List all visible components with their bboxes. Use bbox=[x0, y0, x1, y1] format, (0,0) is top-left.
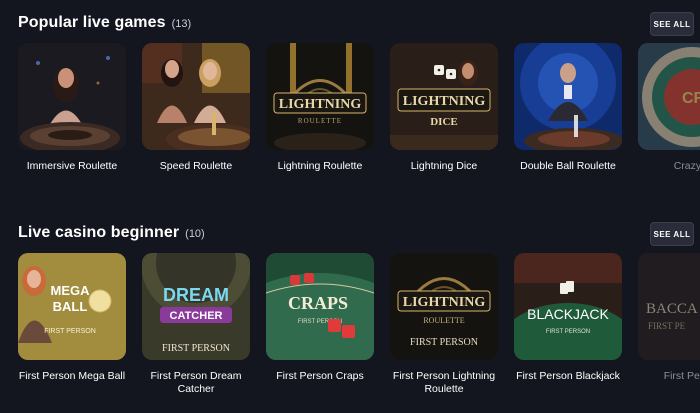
section-title: Live casino beginner bbox=[18, 224, 180, 241]
game-title[interactable]: Crazy T bbox=[634, 160, 700, 173]
see-all-button[interactable]: SEE ALL bbox=[650, 12, 694, 36]
game-thumbnail[interactable]: BLACKJACK FIRST PERSON bbox=[514, 253, 622, 360]
game-title[interactable]: First Person Mega Ball bbox=[18, 370, 130, 383]
art-title: LIGHTNING bbox=[279, 97, 362, 112]
art-subtitle: DICE bbox=[430, 116, 458, 128]
art-subtitle: ROULETTE bbox=[298, 117, 342, 125]
art-subtitle: ROULETTE bbox=[423, 316, 464, 325]
game-title[interactable]: Lightning Dice bbox=[386, 160, 502, 173]
art-title: CRAPS bbox=[288, 293, 348, 313]
game-tile-first-person-blackjack[interactable]: BLACKJACK FIRST PERSON First Person Blac… bbox=[514, 253, 622, 383]
art-caption: FIRST PERSON bbox=[162, 343, 230, 354]
section-count: (10) bbox=[185, 228, 205, 240]
game-tile-first-person-lightning-roulette[interactable]: LIGHTNING ROULETTE FIRST PERSON First Pe… bbox=[390, 253, 498, 396]
game-title[interactable]: First Person Dream Catcher bbox=[138, 370, 254, 396]
see-all-button[interactable]: SEE ALL bbox=[650, 222, 694, 246]
game-title[interactable]: Speed Roulette bbox=[138, 160, 254, 173]
art-caption: FIRST PERSON bbox=[44, 328, 96, 335]
art-title: LIGHTNING bbox=[403, 94, 486, 109]
game-tile-first-person-baccarat[interactable]: BACCA FIRST PE First Person bbox=[638, 253, 700, 383]
game-title[interactable]: Lightning Roulette bbox=[262, 160, 378, 173]
game-thumbnail[interactable]: CRA bbox=[638, 43, 700, 150]
art-title: BACCA bbox=[646, 301, 698, 317]
section-count: (13) bbox=[171, 18, 192, 30]
game-title[interactable]: Double Ball Roulette bbox=[510, 160, 626, 173]
art-subtitle: CATCHER bbox=[170, 310, 223, 322]
art-caption: FIRST PE bbox=[648, 321, 686, 331]
art-caption: FIRST PERSON bbox=[546, 329, 590, 335]
game-thumbnail[interactable]: LIGHTNING ROULETTE bbox=[266, 43, 374, 150]
game-thumbnail[interactable]: BACCA FIRST PE bbox=[638, 253, 700, 360]
game-thumbnail[interactable] bbox=[514, 43, 622, 150]
game-carousel: MEGA BALL FIRST PERSON First Person Mega… bbox=[18, 253, 700, 413]
art-title: MEGA bbox=[51, 283, 91, 298]
game-thumbnail[interactable]: LIGHTNING DICE bbox=[390, 43, 498, 150]
game-thumbnail[interactable]: MEGA BALL FIRST PERSON bbox=[18, 253, 126, 360]
game-title[interactable]: First Person Lightning Roulette bbox=[386, 370, 502, 396]
game-tile-lightning-roulette[interactable]: LIGHTNING ROULETTE Lightning Roulette bbox=[266, 43, 374, 173]
game-title[interactable]: Immersive Roulette bbox=[18, 160, 130, 173]
game-thumbnail[interactable] bbox=[142, 43, 250, 150]
section-header: Popular live games (13) bbox=[18, 14, 191, 38]
game-tile-crazy-time[interactable]: CRA Crazy T bbox=[638, 43, 700, 173]
game-tile-double-ball-roulette[interactable]: Double Ball Roulette bbox=[514, 43, 622, 173]
game-thumbnail[interactable]: LIGHTNING ROULETTE FIRST PERSON bbox=[390, 253, 498, 360]
game-carousel: Immersive Roulette Speed Roulette LIGHTN… bbox=[18, 43, 700, 203]
game-title[interactable]: First Person bbox=[634, 370, 700, 383]
game-tile-first-person-mega-ball[interactable]: MEGA BALL FIRST PERSON First Person Mega… bbox=[18, 253, 126, 383]
section-title: Popular live games bbox=[18, 14, 166, 31]
game-thumbnail[interactable] bbox=[18, 43, 126, 150]
game-title[interactable]: First Person Blackjack bbox=[510, 370, 626, 383]
game-tile-first-person-dream-catcher[interactable]: DREAM CATCHER FIRST PERSON First Person … bbox=[142, 253, 250, 396]
game-tile-first-person-craps[interactable]: CRAPS FIRST PERSON First Person Craps bbox=[266, 253, 374, 383]
art-caption: FIRST PERSON bbox=[410, 337, 478, 348]
art-title: BLACKJACK bbox=[527, 306, 609, 322]
section-header: Live casino beginner (10) bbox=[18, 224, 205, 248]
game-tile-lightning-dice[interactable]: LIGHTNING DICE Lightning Dice bbox=[390, 43, 498, 173]
game-title[interactable]: First Person Craps bbox=[262, 370, 378, 383]
art-title: CRA bbox=[682, 90, 700, 107]
game-tile-speed-roulette[interactable]: Speed Roulette bbox=[142, 43, 250, 173]
art-subtitle: BALL bbox=[53, 299, 88, 314]
game-thumbnail[interactable]: CRAPS FIRST PERSON bbox=[266, 253, 374, 360]
game-tile-immersive-roulette[interactable]: Immersive Roulette bbox=[18, 43, 126, 173]
game-thumbnail[interactable]: DREAM CATCHER FIRST PERSON bbox=[142, 253, 250, 360]
art-title: LIGHTNING bbox=[403, 295, 486, 310]
art-title: DREAM bbox=[163, 285, 229, 305]
